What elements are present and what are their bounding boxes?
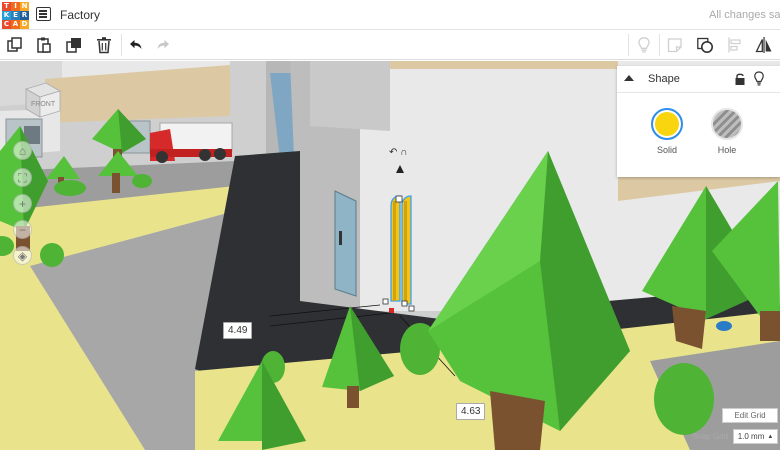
edit-toolbar: [0, 30, 780, 60]
logo-letter: A: [11, 20, 20, 29]
orthographic-view-icon[interactable]: ◈: [13, 246, 32, 265]
lock-icon[interactable]: [734, 72, 746, 86]
group-icon[interactable]: [694, 34, 716, 56]
mirror-icon[interactable]: [753, 34, 775, 56]
lightbulb-icon[interactable]: [633, 34, 655, 56]
fit-all-icon[interactable]: ⛶: [13, 168, 32, 187]
copy-icon[interactable]: [4, 34, 26, 56]
paste-icon[interactable]: [33, 34, 55, 56]
align-icon[interactable]: [724, 34, 746, 56]
depth-dimension-label[interactable]: 4.63: [456, 403, 486, 420]
hole-label: Hole: [717, 145, 737, 155]
home-view-icon[interactable]: ⌂: [13, 141, 32, 160]
collapse-arrow-icon[interactable]: [624, 75, 634, 81]
design-list-icon[interactable]: [36, 7, 51, 21]
snap-grid-value: 1.0 mm: [737, 432, 765, 441]
rotate-handle-icon[interactable]: ↶ ∩: [389, 147, 407, 158]
zoom-in-icon[interactable]: +: [13, 194, 32, 213]
inspector-title: Shape: [648, 73, 680, 85]
view-cube-front-label: FRONT: [31, 101, 56, 108]
notes-icon[interactable]: [664, 34, 686, 56]
lightbulb-icon[interactable]: [753, 71, 765, 87]
logo-letter: N: [20, 2, 29, 11]
top-header: TINKERCAD Factory All changes saved: [0, 0, 780, 30]
hole-swatch[interactable]: [711, 108, 743, 140]
logo-letter: K: [2, 11, 11, 20]
width-dimension-label[interactable]: 4.49: [223, 322, 253, 339]
solid-color-swatch[interactable]: [651, 108, 683, 140]
save-status: All changes saved: [709, 9, 780, 21]
logo-letter: T: [2, 2, 11, 11]
logo-letter: D: [20, 20, 29, 29]
edit-grid-button[interactable]: Edit Grid: [722, 408, 778, 423]
logo-letter: R: [20, 11, 29, 20]
design-title[interactable]: Factory: [60, 8, 100, 22]
logo-letter: C: [2, 20, 11, 29]
duplicate-icon[interactable]: [63, 34, 85, 56]
delete-icon[interactable]: [93, 34, 115, 56]
zoom-out-icon[interactable]: −: [13, 220, 32, 239]
logo-letter: E: [11, 11, 20, 20]
inspector-header: Shape: [617, 66, 780, 93]
undo-icon[interactable]: [124, 34, 146, 56]
logo-letter: I: [11, 2, 20, 11]
dropdown-arrow-icon: ▲: [767, 433, 774, 440]
redo-icon[interactable]: [153, 34, 175, 56]
solid-label: Solid: [656, 145, 677, 155]
snap-grid-label: Snap Grid: [692, 432, 729, 441]
shape-inspector-panel: Shape Solid Hole: [617, 66, 780, 177]
view-cube[interactable]: FRONT: [22, 79, 62, 119]
snap-grid-select[interactable]: 1.0 mm ▲: [733, 429, 778, 444]
tinkercad-logo[interactable]: TINKERCAD: [2, 2, 29, 29]
